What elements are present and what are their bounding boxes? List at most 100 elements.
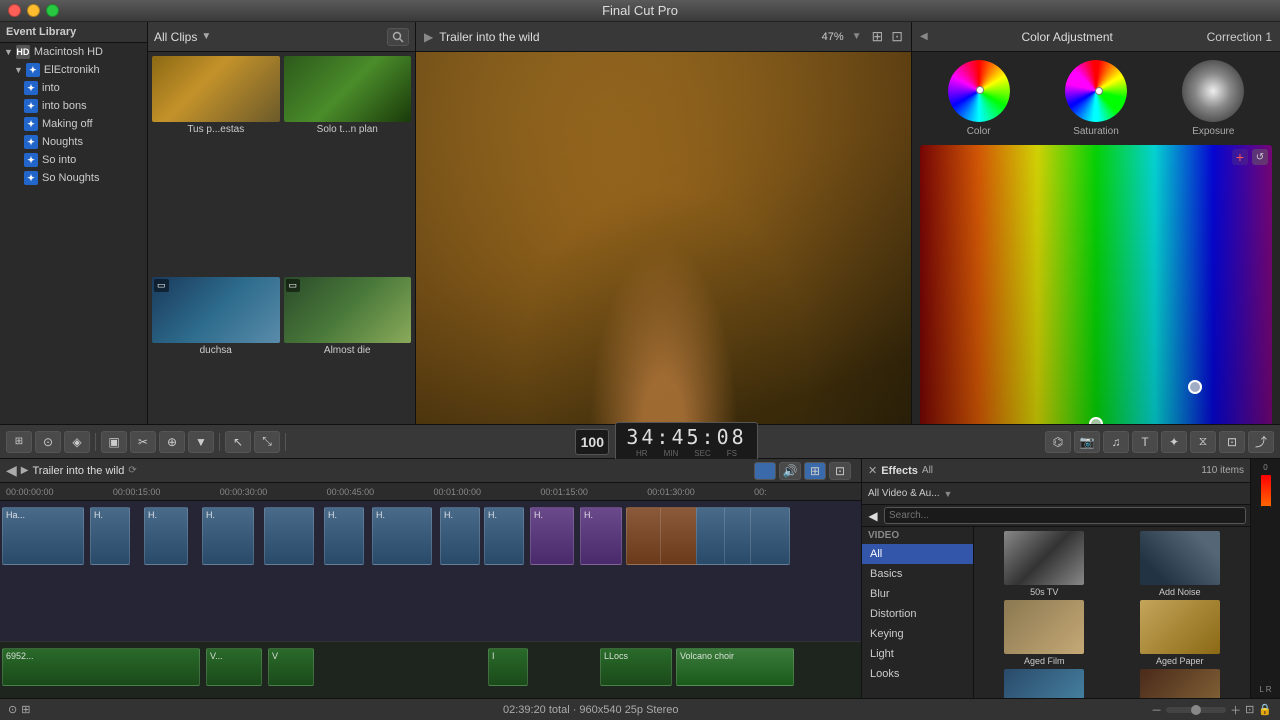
preview-settings-icon[interactable]: ⊞: [872, 28, 884, 45]
add-control-point-button[interactable]: +: [1232, 149, 1248, 165]
effects-search-input[interactable]: [884, 507, 1246, 524]
snap-button[interactable]: ⊙: [35, 431, 61, 453]
exposure-wheel[interactable]: [1182, 60, 1244, 122]
audio-clip-v2[interactable]: V: [268, 648, 314, 686]
audio-clip-i[interactable]: I: [488, 648, 528, 686]
clip-h1[interactable]: H.: [90, 507, 130, 565]
effects-filter-dropdown[interactable]: ▼: [944, 489, 953, 499]
tree-item-noughts[interactable]: ✦ Noughts: [0, 133, 147, 151]
transition-button[interactable]: ⧖: [1190, 431, 1216, 453]
library-button[interactable]: ⊞: [6, 431, 32, 453]
zoom-in-icon[interactable]: ＋: [1230, 702, 1241, 718]
tree-item-making-off[interactable]: ✦ Making off: [0, 115, 147, 133]
clip-h7[interactable]: H.: [440, 507, 480, 565]
reset-curve-button[interactable]: ↺: [1252, 149, 1268, 165]
effect-more2[interactable]: [1114, 669, 1247, 698]
clip-h6[interactable]: H.: [372, 507, 432, 565]
timecode-labels: HR MIN SEC FS: [636, 449, 737, 458]
tree-item-electronikh[interactable]: ▼ ✦ ElEctronikh: [0, 61, 147, 79]
zoom-to-fit[interactable]: ⊡: [829, 462, 851, 480]
camera-button[interactable]: 📷: [1074, 431, 1100, 453]
curve-point-3[interactable]: [1188, 380, 1202, 394]
cat-distortion[interactable]: Distortion: [862, 604, 973, 624]
effect-more1[interactable]: [978, 669, 1111, 698]
wheel-dot[interactable]: [976, 86, 984, 94]
tree-item-macintosh-hd[interactable]: ▼ HD Macintosh HD: [0, 43, 147, 61]
tree-item-so-noughts[interactable]: ✦ So Noughts: [0, 169, 147, 187]
clip-h9[interactable]: H.: [530, 507, 574, 565]
timeline-header: ◀ ▶ Trailer into the wild ⟳ 🔊 ⊞ ⊡: [0, 459, 861, 483]
tree-item-into-bons[interactable]: ✦ into bons: [0, 97, 147, 115]
trim-tool[interactable]: ⤡: [254, 431, 280, 453]
cat-basics[interactable]: Basics: [862, 564, 973, 584]
cat-all[interactable]: All: [862, 544, 973, 564]
audio-clip-llocs[interactable]: LLocs: [600, 648, 672, 686]
preview-expand-icon[interactable]: ⊡: [891, 28, 903, 45]
preview-zoom: 47%: [822, 31, 844, 43]
effect-addnoise[interactable]: Add Noise: [1114, 531, 1247, 597]
clip-h15[interactable]: [750, 507, 790, 565]
audio-clip-v1[interactable]: V...: [206, 648, 262, 686]
zoom-slider-thumb[interactable]: [1191, 705, 1201, 715]
effect-agedfilm[interactable]: Aged Film: [978, 600, 1111, 666]
clip-h10[interactable]: H.: [580, 507, 622, 565]
clip-ha[interactable]: Ha...: [2, 507, 84, 565]
cat-keying[interactable]: Keying: [862, 624, 973, 644]
clip-h4[interactable]: [264, 507, 314, 565]
color-back-icon[interactable]: ◀: [920, 31, 928, 42]
clip-h5[interactable]: H.: [324, 507, 364, 565]
select-tool[interactable]: ↖: [225, 431, 251, 453]
clip-label: [265, 508, 313, 512]
tree-arrow: ▼: [4, 47, 13, 57]
tree-item-into[interactable]: ✦ into: [0, 79, 147, 97]
zoom-fit-icon[interactable]: ⊡: [1245, 703, 1254, 716]
close-button[interactable]: [8, 4, 21, 17]
clip-h12[interactable]: [660, 507, 700, 565]
cat-looks[interactable]: Looks: [862, 664, 973, 684]
generator-button[interactable]: ✦: [1161, 431, 1187, 453]
wheel-dot[interactable]: [1095, 87, 1103, 95]
effect-50stv[interactable]: 50s TV: [978, 531, 1111, 597]
cat-blur[interactable]: Blur: [862, 584, 973, 604]
clip-item-tus[interactable]: Tus p...estas: [152, 56, 280, 273]
effects-content: VIDEO All Basics Blur Distortion Keying …: [862, 527, 1250, 698]
tool-select[interactable]: ▣: [101, 431, 127, 453]
timeline-back-icon[interactable]: ◀: [6, 462, 17, 479]
clips-dropdown-arrow[interactable]: ▼: [201, 31, 211, 42]
share-button[interactable]: ⤴: [1248, 431, 1274, 453]
audio-clip-volcano[interactable]: Volcano choir: [676, 648, 794, 686]
audio-toggle[interactable]: 🔊: [779, 462, 801, 480]
audio-clip-6952[interactable]: 6952...: [2, 648, 200, 686]
zoom-slider[interactable]: [1166, 707, 1226, 713]
zoom-lock-icon[interactable]: 🔒: [1258, 703, 1272, 716]
tool-blade[interactable]: ✂: [130, 431, 156, 453]
cat-light[interactable]: Light: [862, 644, 973, 664]
tool-dropdown[interactable]: ▼: [188, 431, 214, 453]
clip-h8[interactable]: H.: [484, 507, 524, 565]
effects-collapse-icon[interactable]: ◀: [866, 509, 880, 523]
minimize-button[interactable]: [27, 4, 40, 17]
tool-position[interactable]: ⊕: [159, 431, 185, 453]
color-wheel[interactable]: [948, 60, 1010, 122]
event-icon: ✦: [24, 117, 38, 131]
clips-search-button[interactable]: [387, 28, 409, 46]
saturation-wheel[interactable]: [1065, 60, 1127, 122]
clip-h2[interactable]: H.: [144, 507, 188, 565]
zoom-dropdown[interactable]: ▼: [852, 31, 862, 42]
video-toggle[interactable]: [754, 462, 776, 480]
music-button[interactable]: ♫: [1103, 431, 1129, 453]
title-button[interactable]: T: [1132, 431, 1158, 453]
clip-view-toggle[interactable]: ⊞: [804, 462, 826, 480]
tree-item-so-into[interactable]: ✦ So into: [0, 151, 147, 169]
effect-agedpaper[interactable]: Aged Paper: [1114, 600, 1247, 666]
clip-h3[interactable]: H.: [202, 507, 254, 565]
status-icon-1[interactable]: ⊙: [8, 703, 17, 716]
effects-close-icon[interactable]: ✕: [868, 464, 877, 477]
clip-item-solo[interactable]: Solo t...n plan: [284, 56, 412, 273]
skimming-button[interactable]: ◈: [64, 431, 90, 453]
status-icon-2[interactable]: ⊞: [21, 703, 30, 716]
inspector-button[interactable]: ⊡: [1219, 431, 1245, 453]
zoom-out-icon[interactable]: －: [1151, 702, 1162, 718]
transform-tool[interactable]: ⌬: [1045, 431, 1071, 453]
maximize-button[interactable]: [46, 4, 59, 17]
